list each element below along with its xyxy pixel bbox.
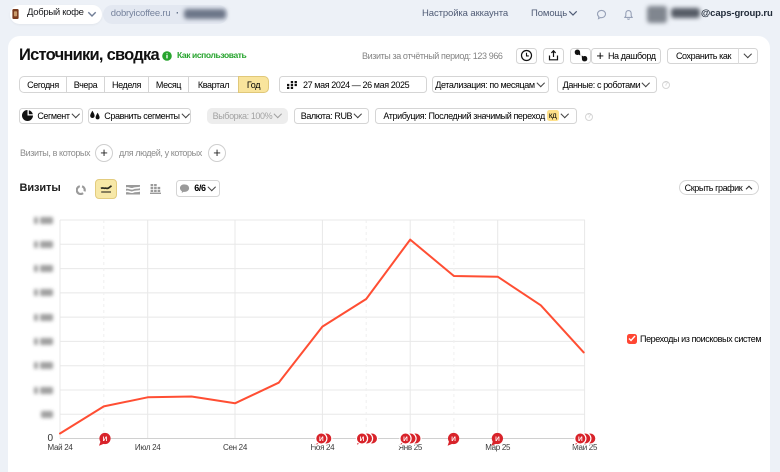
- svg-text:И: И: [360, 436, 365, 443]
- svg-text:И: И: [451, 436, 456, 443]
- svg-text:И: И: [103, 436, 108, 443]
- svg-text:И: И: [319, 436, 324, 443]
- svg-text:И: И: [578, 436, 583, 443]
- svg-text:И: И: [495, 436, 500, 443]
- svg-text:И: И: [403, 436, 408, 443]
